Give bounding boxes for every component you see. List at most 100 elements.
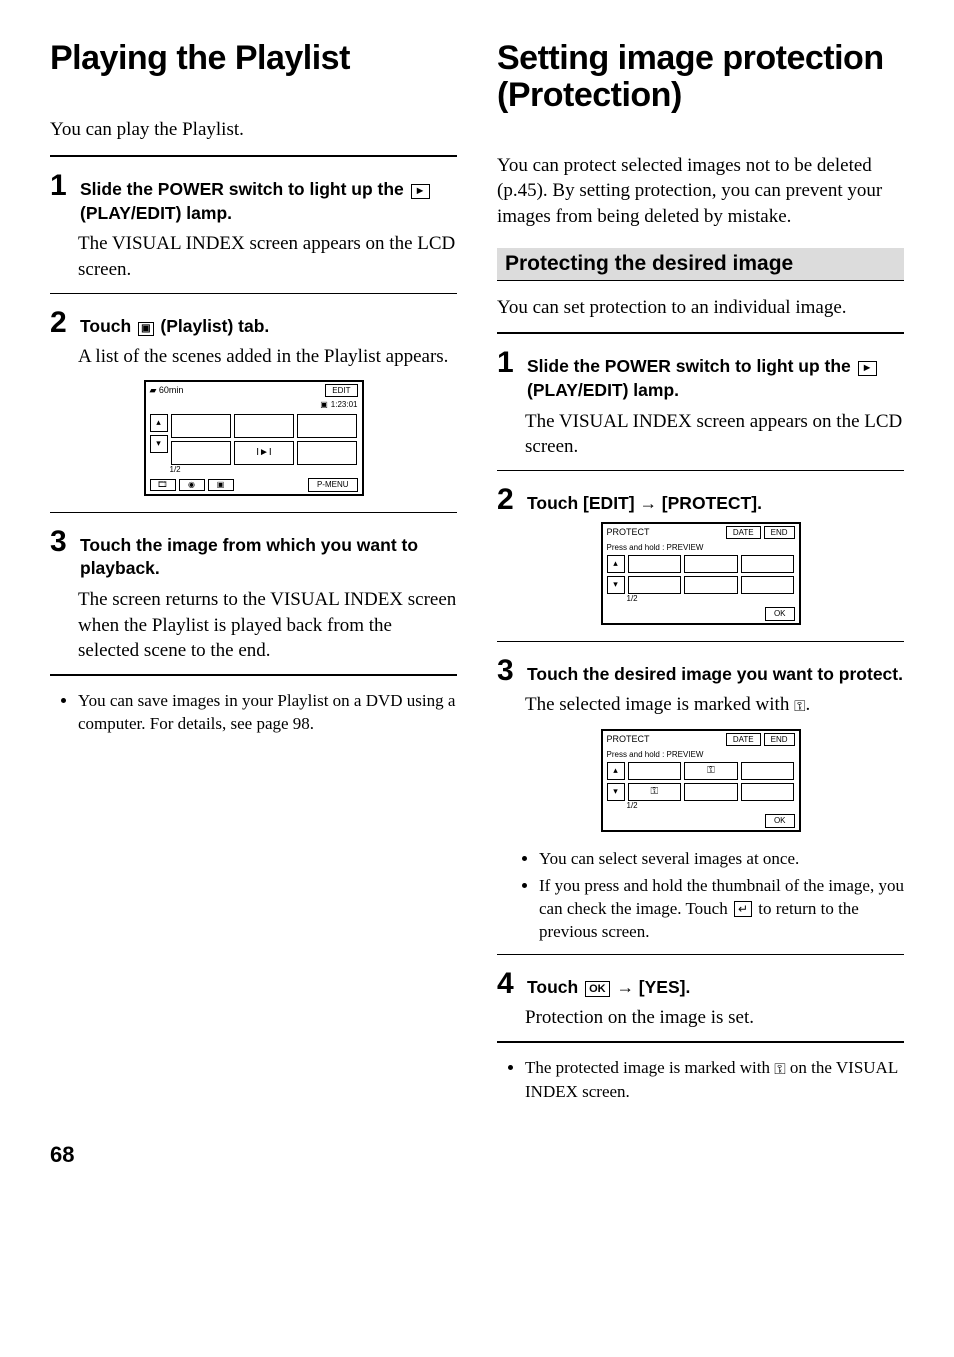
right-step-2: 2 Touch [EDIT] → [PROTECT]. [497,485,904,516]
rule [497,470,904,471]
thumbnail-cell [234,414,294,438]
thumbnail-cell [628,555,682,573]
thumbnail-cell [297,441,357,465]
left-step-3: 3 Touch the image from which you want to… [50,527,457,581]
return-icon [734,901,752,917]
playlist-icon [138,322,153,336]
pager-label: 1/2 [603,801,799,812]
left-step-2: 2 Touch (Playlist) tab. [50,308,457,339]
right-step-1: 1 Slide the POWER switch to light up the… [497,348,904,402]
date-button: DATE [726,733,761,746]
step-title-pre: Touch [527,977,583,997]
step-title-post: (PLAY/EDIT) lamp. [527,380,679,400]
step-title-post: [PROTECT]. [657,493,762,513]
rule [50,512,457,513]
left-intro: You can play the Playlist. [50,117,457,143]
end-button: END [764,526,795,539]
visual-index-screenshot: ▰ 60min EDIT ▣ 1:23:01 ▴ ▾ I►I [144,380,364,496]
down-button: ▾ [150,435,168,453]
photo-tab: ◉ [179,479,205,491]
thumbnail-cell [628,576,682,594]
pmenu-button: P-MENU [308,478,358,492]
sub-heading: Protecting the desired image [497,248,904,281]
thumbnail-cell [628,762,682,780]
step-body: The VISUAL INDEX screen appears on the L… [78,231,457,282]
thumbnail-cell [171,441,231,465]
note-pre: The protected image is marked with [525,1058,774,1077]
step-number: 4 [497,969,519,999]
step-title-post: (Playlist) tab. [156,316,270,336]
edit-button: EDIT [325,384,357,397]
ok-icon: OK [585,981,610,998]
movie-tab: 🎞 [150,479,176,491]
date-button: DATE [726,526,761,539]
step-title: Slide the POWER switch to light up the (… [527,355,904,402]
step-number: 2 [50,308,72,338]
protect-title: PROTECT [607,527,650,537]
thumbnail-cell [741,783,795,801]
step-title-pre: Touch [EDIT] [527,493,639,513]
arrow-icon: → [639,493,657,513]
preview-hint: Press and hold : PREVIEW [603,748,799,759]
page-number: 68 [50,1142,904,1168]
step-number: 2 [497,485,519,515]
rule [50,155,457,157]
thumbnail-cell [297,414,357,438]
left-step-1: 1 Slide the POWER switch to light up the… [50,171,457,225]
step-title: Slide the POWER switch to light up the (… [80,178,457,225]
time-label: ▣ 1:23:01 [320,400,357,409]
ok-button: OK [765,607,795,621]
arrow-icon: → [616,977,634,997]
preview-hint: Press and hold : PREVIEW [603,541,799,552]
up-button: ▴ [150,414,168,432]
mid-notes: You can select several images at once. I… [525,848,904,944]
thumbnail-cell [741,555,795,573]
key-icon [774,1058,785,1081]
down-button: ▾ [607,576,625,594]
step-body: The selected image is marked with . [525,692,904,719]
down-button: ▾ [607,783,625,801]
ok-button: OK [765,814,795,828]
left-notes: You can save images in your Playlist on … [64,690,457,736]
protect-screenshot-1: PROTECT DATE END Press and hold : PREVIE… [601,522,801,625]
step-body: The VISUAL INDEX screen appears on the L… [525,409,904,460]
step-body: Protection on the image is set. [525,1005,904,1031]
battery-label: ▰ 60min [150,385,184,396]
step-number: 3 [497,656,519,686]
step-title-post: (PLAY/EDIT) lamp. [80,203,232,223]
thumbnail-cell [741,576,795,594]
right-step-3: 3 Touch the desired image you want to pr… [497,656,904,687]
sub-intro: You can set protection to an individual … [497,295,904,321]
right-step-4: 4 Touch OK → [YES]. [497,969,904,1000]
left-column: Playing the Playlist You can play the Pl… [50,40,457,1112]
right-heading: Setting image protection (Protection) [497,40,904,115]
rule [50,674,457,676]
thumbnail-cell [684,555,738,573]
thumbnail-cell [171,414,231,438]
thumbnail-cell-protected: ⚿ [628,783,682,801]
rule [497,1041,904,1043]
pager-label: 1/2 [603,594,799,605]
step-title: Touch (Playlist) tab. [80,315,269,339]
step-body: A list of the scenes added in the Playli… [78,344,457,370]
note-item: The protected image is marked with on th… [525,1057,904,1104]
protect-title: PROTECT [607,734,650,744]
step-body-post: . [806,694,811,715]
step-title-pre: Slide the POWER switch to light up the [80,179,409,199]
thumbnail-cell [741,762,795,780]
step-number: 1 [50,171,72,201]
rule [497,641,904,642]
playlist-tab: ▣ [208,479,234,491]
step-title-post: [YES]. [634,977,690,997]
note-item: You can save images in your Playlist on … [78,690,457,736]
step-title-pre: Touch [80,316,136,336]
right-intro: You can protect selected images not to b… [497,153,904,230]
play-icon [858,361,877,376]
end-button: END [764,733,795,746]
up-button: ▴ [607,555,625,573]
step-title: Touch [EDIT] → [PROTECT]. [527,492,762,516]
step-title: Touch the desired image you want to prot… [527,663,903,687]
rule [497,332,904,334]
protect-screenshot-2: PROTECT DATE END Press and hold : PREVIE… [601,729,801,832]
note-item: If you press and hold the thumbnail of t… [539,875,904,944]
